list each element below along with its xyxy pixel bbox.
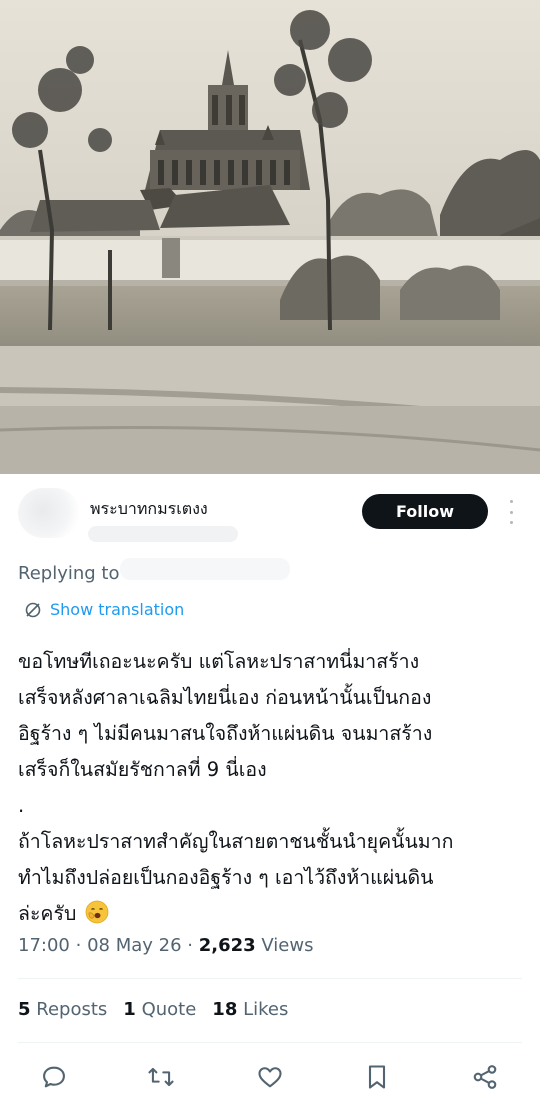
divider [18, 1042, 522, 1043]
repost-button[interactable] [144, 1060, 178, 1094]
reposts-count: 5 [18, 999, 31, 1020]
avatar[interactable] [18, 488, 80, 538]
share-icon [473, 1065, 497, 1089]
follow-button[interactable]: Follow [362, 494, 488, 529]
like-button[interactable] [253, 1060, 287, 1094]
tweet-line: . [18, 794, 25, 817]
likes-count: 18 [212, 999, 238, 1020]
tweet-text: ขอโทษทีเถอะนะครับ แต่โลหะปราสาทนี่มาสร้า… [18, 644, 528, 932]
tweet-time: 17:00 [18, 935, 70, 956]
likes-label: Likes [243, 999, 289, 1020]
reply-button[interactable] [37, 1060, 71, 1094]
replying-to-label: Replying to [18, 563, 120, 584]
action-bar [0, 1060, 540, 1094]
quotes-label: Quote [141, 999, 197, 1020]
tweet-date[interactable]: 08 May 26 [87, 935, 181, 956]
engagement-stats: 5 Reposts 1 Quote 18 Likes [18, 999, 288, 1020]
more-options-icon[interactable] [503, 500, 519, 524]
show-translation-label[interactable]: Show translation [50, 600, 184, 619]
reposts-stat[interactable]: 5 Reposts [18, 999, 107, 1020]
share-button[interactable] [468, 1060, 502, 1094]
like-icon [258, 1067, 282, 1088]
tweet-line: ถ้าโลหะปราสาทสำคัญในสายตาชนชั้นนำยุคนั้น… [18, 830, 454, 853]
reposts-label: Reposts [36, 999, 108, 1020]
divider [18, 978, 522, 979]
blurred-handle [88, 526, 238, 542]
views-count: 2,623 [198, 935, 256, 956]
tweet-photo[interactable] [0, 0, 540, 474]
tweet-line: เสร็จก็ในสมัยรัชกาลที่ 9 นี่เอง [18, 758, 267, 781]
reply-icon [43, 1066, 65, 1088]
tweet-line: ขอโทษทีเถอะนะครับ แต่โลหะปราสาทนี่มาสร้า… [18, 650, 420, 673]
translate-icon [25, 602, 41, 617]
tweet-line-last: ล่ะครับ [18, 896, 528, 932]
show-translation-link[interactable]: Show translation [24, 600, 184, 619]
yawning-emoji [85, 900, 108, 924]
bookmark-icon [368, 1065, 386, 1089]
quotes-stat[interactable]: 1 Quote [123, 999, 196, 1020]
tweet-line: เสร็จหลังศาลาเฉลิมไทยนี่เอง ก่อนหน้านั้น… [18, 686, 432, 709]
quotes-count: 1 [123, 999, 136, 1020]
tweet-line: ทำไมถึงปล่อยเป็นกองอิฐร้าง ๆ เอาไว้ถึงห้… [18, 866, 434, 889]
temple-photo-image [0, 0, 540, 474]
tweet-meta: 17:00 · 08 May 26 · 2,623 Views [18, 935, 314, 956]
author-name[interactable]: พระบาทกมรเตงง [90, 497, 208, 522]
views-label: Views [261, 935, 314, 956]
likes-stat[interactable]: 18 Likes [212, 999, 288, 1020]
tweet-line: อิฐร้าง ๆ ไม่มีคนมาสนใจถึงห้าแผ่นดิน จนม… [18, 722, 433, 745]
blurred-reply-target [120, 558, 290, 580]
repost-icon [148, 1067, 174, 1087]
tweet-line: ล่ะครับ [18, 902, 77, 925]
bookmark-button[interactable] [360, 1060, 394, 1094]
